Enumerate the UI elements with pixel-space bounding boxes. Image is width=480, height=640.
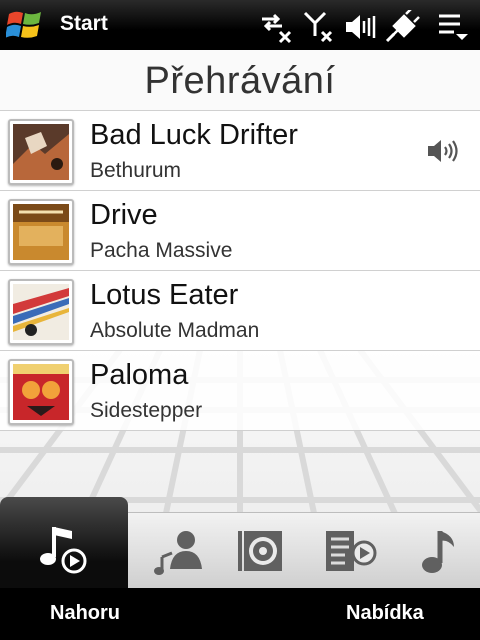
track-row-4[interactable]: Paloma Sidestepper	[0, 350, 480, 431]
now-playing-music-icon	[40, 527, 87, 574]
tab-playlists[interactable]	[300, 513, 396, 588]
signal-off-icon[interactable]	[302, 10, 338, 44]
power-plug-icon[interactable]	[384, 10, 420, 44]
start-label[interactable]: Start	[60, 12, 108, 36]
softkey-right-nabidka[interactable]: Nabídka	[346, 602, 424, 625]
softkey-left-nahoru[interactable]: Nahoru	[50, 602, 120, 625]
track-title: Drive	[90, 199, 158, 231]
speaker-playing-icon	[428, 140, 458, 162]
track-row-1[interactable]: Bad Luck Drifter Bethurum	[0, 110, 480, 190]
tab-artists[interactable]	[128, 513, 224, 588]
track-artist: Sidestepper	[90, 399, 203, 422]
albums-icon	[238, 531, 282, 571]
volume-muted-icon[interactable]	[344, 10, 380, 44]
menu-dropdown-icon[interactable]	[436, 10, 472, 44]
tab-now-playing[interactable]	[0, 497, 128, 588]
library-tab-bar	[0, 497, 480, 588]
track-artist: Absolute Madman	[90, 319, 260, 342]
songs-music-note-icon	[422, 531, 454, 573]
track-title: Bad Luck Drifter	[90, 119, 298, 151]
track-row-3[interactable]: Lotus Eater Absolute Madman	[0, 270, 480, 350]
tab-albums[interactable]	[212, 513, 308, 588]
main-area: Přehrávání Bad Luck Drifter Bethurum Dri…	[0, 50, 480, 588]
track-title: Paloma	[90, 359, 189, 391]
artists-icon	[154, 531, 202, 575]
album-art-bethurum	[8, 119, 74, 185]
album-art-absolute-madman	[8, 279, 74, 345]
data-connection-off-icon[interactable]	[258, 10, 294, 44]
track-title: Lotus Eater	[90, 279, 239, 311]
track-artist: Pacha Massive	[90, 239, 233, 262]
playlists-icon	[326, 531, 377, 571]
status-bar: Start	[0, 0, 480, 50]
track-list: Bad Luck Drifter Bethurum Drive Pacha Ma…	[0, 110, 480, 431]
softkey-bar: Nahoru Nabídka	[0, 588, 480, 640]
page-title: Přehrávání	[144, 60, 336, 102]
album-art-sidestepper	[8, 359, 74, 425]
track-row-2[interactable]: Drive Pacha Massive	[0, 190, 480, 270]
windows-logo-icon[interactable]	[6, 8, 44, 42]
album-art-pacha-massive	[8, 199, 74, 265]
track-artist: Bethurum	[90, 159, 182, 182]
tab-songs[interactable]	[388, 513, 480, 588]
